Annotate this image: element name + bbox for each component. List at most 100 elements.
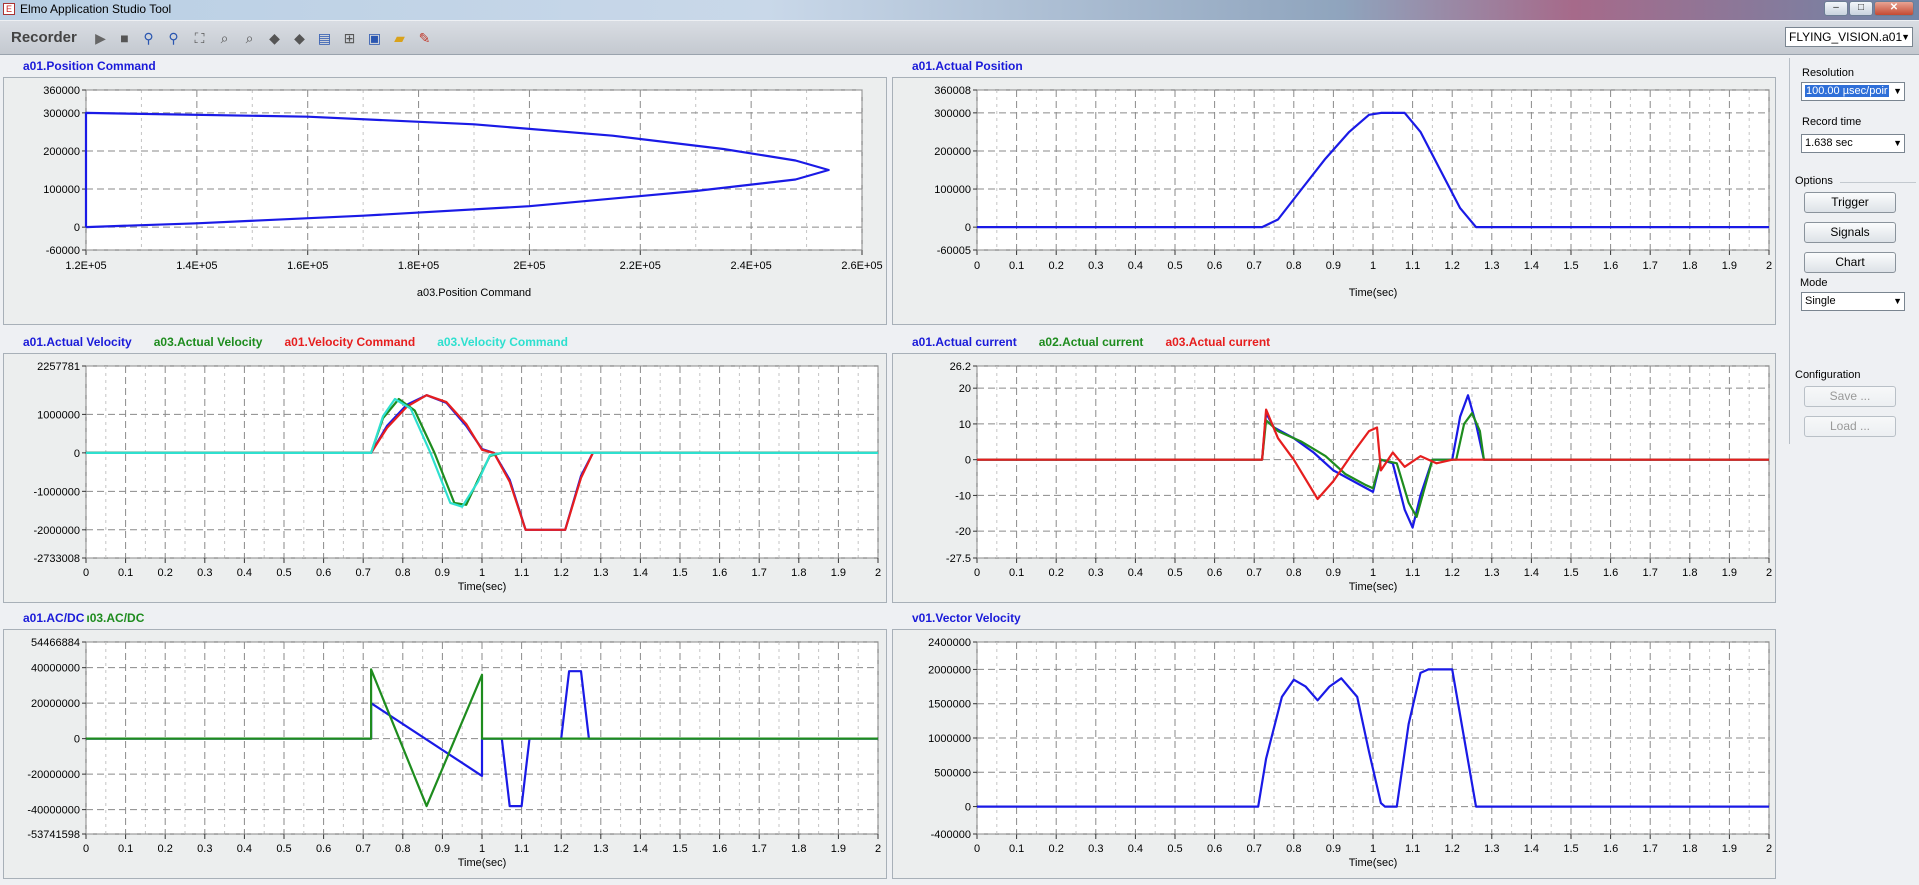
save-icon[interactable]: ▣ — [366, 30, 383, 47]
chart-panel-current: 0 0.1 0.2 0.3 0.4 0.5 0.6 0.7 0.8 0.9 1 1.1 1.2 1.3 1.… — [892, 353, 1776, 603]
x-tick-label: 0.3 — [197, 843, 212, 855]
x-tick-label: 1.1 — [514, 567, 529, 579]
x-tick-label: 1 — [1370, 843, 1376, 855]
mode-label: Mode — [1800, 277, 1828, 289]
x-tick-label: 1.7 — [752, 567, 767, 579]
legend-entry: a01.Actual Position — [912, 59, 1023, 73]
load-config-button[interactable]: Load ... — [1804, 416, 1896, 437]
minimize-icon[interactable]: – — [1824, 1, 1848, 16]
legend-entry: a03.Actual current — [1165, 335, 1271, 349]
trigger-button[interactable]: Trigger — [1804, 192, 1896, 213]
x-tick-label: 1.8 — [791, 567, 806, 579]
x-tick-label: 1.3 — [1484, 843, 1499, 855]
chart-panel-acdc: 0 0.1 0.2 0.3 0.4 0.5 0.6 0.7 0.8 0.9 1 1.1 1.2 1.3 1.… — [3, 629, 887, 879]
legend-entry: v01.Vector Velocity — [912, 611, 1021, 625]
x-tick-label: 1.4 — [1524, 260, 1539, 272]
x-tick-label: 0.7 — [1247, 567, 1262, 579]
arrow-left-icon[interactable]: ◆ — [266, 30, 283, 47]
x-tick-label: 0.2 — [158, 843, 173, 855]
save-config-button[interactable]: Save ... — [1804, 386, 1896, 407]
x-axis-label: Time(sec) — [458, 857, 506, 869]
toolbar — [0, 21, 1919, 55]
configuration-label: Configuration — [1795, 369, 1861, 381]
mode-select[interactable]: Single ▼ — [1801, 292, 1905, 311]
zoom-out-icon[interactable]: ⚲ — [165, 30, 182, 47]
y-tick-label: -40000000 — [27, 805, 80, 817]
chart-panel-position-command: 1.2E+05 1.4E+05 1.6E+05 1.8E+05 2E+05 2.2E+05… — [3, 77, 887, 325]
legend-entry: a01.Velocity Command — [284, 335, 416, 349]
x-tick-label: 2 — [1766, 260, 1772, 272]
record-time-label: Record time — [1802, 116, 1862, 128]
x-tick-label: 1.9 — [1722, 567, 1737, 579]
y-tick-label: 0 — [965, 802, 971, 814]
stop-icon[interactable]: ■ — [116, 30, 133, 47]
x-tick-label: 0.7 — [356, 567, 371, 579]
x-tick-label: 0 — [83, 567, 89, 579]
play-icon[interactable]: ▶ — [92, 30, 109, 47]
zoom-box-icon[interactable]: ⛶ — [191, 30, 208, 47]
chart-panel-velocity: 0 0.1 0.2 0.3 0.4 0.5 0.6 0.7 0.8 0.9 1 1.1 1.2 1.3 1.… — [3, 353, 887, 603]
chart-current: 0 0.1 0.2 0.3 0.4 0.5 0.6 0.7 0.8 0.9 1 1.1 1.2 1.3 1.… — [946, 361, 1772, 593]
device-select[interactable]: FLYING_VISION.a01 ▼ — [1785, 27, 1913, 47]
chart-vector-velocity: 0 0.1 0.2 0.3 0.4 0.5 0.6 0.7 0.8 0.9 1 1.1 1.2 1.3 1.… — [928, 637, 1772, 869]
x-tick-label: 0.7 — [1247, 260, 1262, 272]
arrow-right-icon[interactable]: ◆ — [291, 30, 308, 47]
fit-icon[interactable]: ⊞ — [341, 30, 358, 47]
y-tick-label: -20000000 — [27, 769, 80, 781]
zoom-y-icon[interactable]: ⌕ — [241, 30, 258, 47]
tools-icon[interactable]: ✎ — [416, 30, 433, 47]
x-tick-label: 0.9 — [435, 843, 450, 855]
x-tick-label: 1.4 — [633, 567, 648, 579]
chart-button[interactable]: Chart — [1804, 252, 1896, 273]
x-tick-label: 0.5 — [1167, 567, 1182, 579]
x-tick-label: 0.4 — [1128, 843, 1143, 855]
x-tick-label: 0.9 — [1326, 260, 1341, 272]
chart-panel-vector-velocity: 0 0.1 0.2 0.3 0.4 0.5 0.6 0.7 0.8 0.9 1 1.1 1.2 1.3 1.… — [892, 629, 1776, 879]
signals-button[interactable]: Signals — [1804, 222, 1896, 243]
x-tick-label: 1.5 — [1563, 260, 1578, 272]
options-label: Options — [1795, 175, 1833, 187]
chart-panel-actual-position: 0 0.1 0.2 0.3 0.4 0.5 0.6 0.7 0.8 0.9 1 1.1 1.2 1.3 1.… — [892, 77, 1776, 325]
zoom-x-icon[interactable]: ⌕ — [216, 30, 233, 47]
x-tick-label: 1.2 — [1445, 567, 1460, 579]
resolution-select[interactable]: 100.00 µsec/poir ▼ — [1801, 82, 1905, 101]
x-tick-label: 0.2 — [1049, 260, 1064, 272]
record-time-select[interactable]: 1.638 sec ▼ — [1801, 134, 1905, 153]
x-tick-label: 0.8 — [1286, 843, 1301, 855]
x-tick-label: 0.8 — [395, 567, 410, 579]
x-axis-label: Time(sec) — [1349, 581, 1397, 593]
chevron-down-icon: ▼ — [1901, 32, 1910, 42]
table-icon[interactable]: ▤ — [316, 30, 333, 47]
close-icon[interactable]: ✕ — [1874, 1, 1914, 16]
y-tick-label: 300000 — [934, 108, 971, 120]
zoom-in-icon[interactable]: ⚲ — [140, 30, 157, 47]
y-tick-label: 0 — [74, 448, 80, 460]
chart-legend-current: a01.Actual current a02.Actual current a03.… — [912, 335, 1292, 349]
x-tick-label: 1.8 — [791, 843, 806, 855]
x-tick-label: 0.6 — [1207, 567, 1222, 579]
maximize-icon[interactable]: □ — [1849, 1, 1873, 16]
legend-entry: a03.Actual Velocity — [153, 335, 263, 349]
title-bar — [0, 0, 1919, 20]
x-tick-label: 0.9 — [1326, 843, 1341, 855]
x-tick-label: 1.7 — [1643, 260, 1658, 272]
x-tick-label: 0.5 — [1167, 843, 1182, 855]
x-tick-label: 1.8 — [1682, 260, 1697, 272]
x-tick-label: 1.8 — [1682, 567, 1697, 579]
open-folder-icon[interactable]: ▰ — [391, 30, 408, 47]
y-tick-label: -60000 — [46, 245, 80, 257]
x-tick-label: 0 — [83, 843, 89, 855]
x-tick-label: 0.6 — [1207, 260, 1222, 272]
x-tick-label: 0.3 — [1088, 260, 1103, 272]
x-tick-label: 1 — [479, 843, 485, 855]
window-title: Elmo Application Studio Tool — [20, 2, 172, 16]
x-tick-label: 1.4 — [1524, 567, 1539, 579]
x-tick-label: 1.5 — [672, 567, 687, 579]
y-tick-label: -10 — [955, 490, 971, 502]
y-tick-label: -2733008 — [34, 553, 81, 565]
chevron-down-icon: ▼ — [1893, 296, 1902, 306]
x-tick-label: 2.4E+05 — [730, 260, 771, 272]
y-tick-label: 20 — [959, 383, 971, 395]
x-tick-label: 1.6 — [712, 843, 727, 855]
y-tick-label: 2257781 — [37, 361, 80, 373]
